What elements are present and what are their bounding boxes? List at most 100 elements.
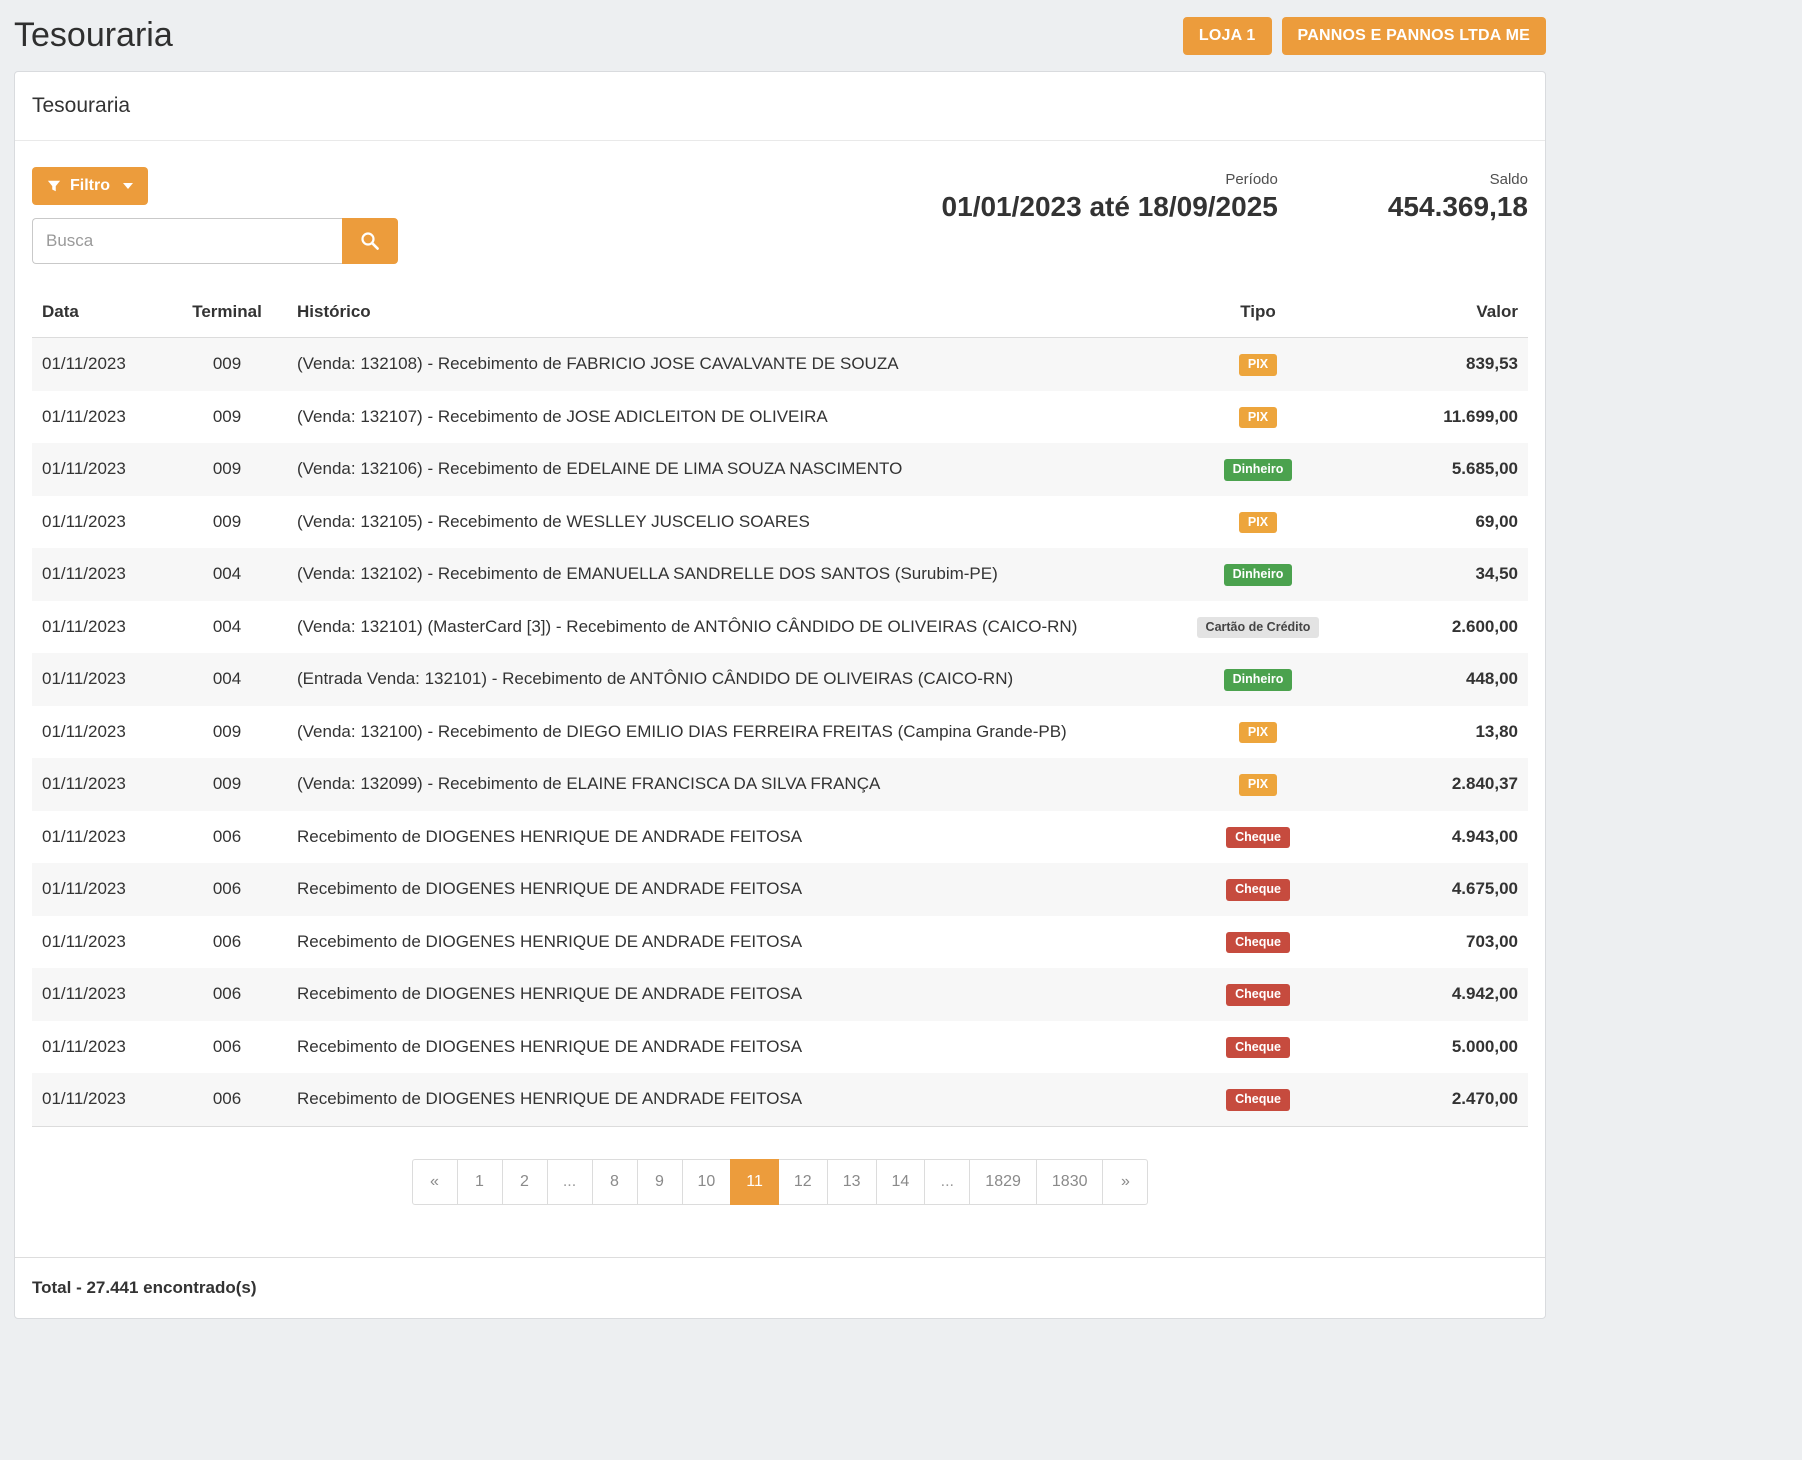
page-title: Tesouraria	[14, 16, 173, 55]
row-terminal: 004	[167, 653, 287, 706]
transactions-table: Data Terminal Histórico Tipo Valor 01/11…	[32, 290, 1528, 1127]
payment-type-badge: Cheque	[1226, 932, 1290, 954]
table-row: 01/11/2023 009 (Venda: 132107) - Recebim…	[32, 391, 1528, 444]
row-historico: Recebimento de DIOGENES HENRIQUE DE ANDR…	[287, 916, 1158, 969]
row-historico: Recebimento de DIOGENES HENRIQUE DE ANDR…	[287, 811, 1158, 864]
table-row: 01/11/2023 006 Recebimento de DIOGENES H…	[32, 968, 1528, 1021]
row-valor: 34,50	[1358, 548, 1528, 601]
column-header-data: Data	[32, 290, 167, 338]
pagination-page-9[interactable]: 9	[637, 1159, 683, 1205]
payment-type-badge: Dinheiro	[1224, 669, 1293, 691]
table-row: 01/11/2023 004 (Venda: 132102) - Recebim…	[32, 548, 1528, 601]
payment-type-badge: Cheque	[1226, 1089, 1290, 1111]
row-historico: (Venda: 132102) - Recebimento de EMANUEL…	[287, 548, 1158, 601]
table-row: 01/11/2023 004 (Venda: 132101) (MasterCa…	[32, 601, 1528, 654]
table-row: 01/11/2023 009 (Venda: 132100) - Recebim…	[32, 706, 1528, 759]
table-row: 01/11/2023 006 Recebimento de DIOGENES H…	[32, 863, 1528, 916]
row-terminal: 004	[167, 548, 287, 601]
row-terminal: 006	[167, 968, 287, 1021]
column-header-valor: Valor	[1358, 290, 1528, 338]
row-historico: Recebimento de DIOGENES HENRIQUE DE ANDR…	[287, 1073, 1158, 1126]
row-terminal: 009	[167, 758, 287, 811]
row-valor: 11.699,00	[1358, 391, 1528, 444]
treasury-card: Tesouraria Filtro	[14, 71, 1546, 1319]
toolbar: Filtro	[32, 167, 1528, 264]
row-valor: 2.600,00	[1358, 601, 1528, 654]
row-terminal: 009	[167, 443, 287, 496]
row-date: 01/11/2023	[32, 391, 167, 444]
balance-label: Saldo	[1388, 171, 1528, 188]
row-historico: Recebimento de DIOGENES HENRIQUE DE ANDR…	[287, 863, 1158, 916]
pagination-page-11[interactable]: 11	[730, 1159, 779, 1205]
top-header: Tesouraria LOJA 1 PANNOS E PANNOS LTDA M…	[14, 0, 1546, 67]
payment-type-badge: Cheque	[1226, 879, 1290, 901]
column-header-terminal: Terminal	[167, 290, 287, 338]
row-valor: 4.942,00	[1358, 968, 1528, 1021]
card-body: Filtro	[15, 141, 1545, 1257]
row-valor: 703,00	[1358, 916, 1528, 969]
pagination-page-8[interactable]: 8	[592, 1159, 638, 1205]
row-valor: 5.000,00	[1358, 1021, 1528, 1074]
pagination-prev[interactable]: «	[412, 1159, 458, 1205]
pagination-page-1[interactable]: 1	[457, 1159, 503, 1205]
pagination-page-10[interactable]: 10	[682, 1159, 732, 1205]
pagination-page-2[interactable]: 2	[502, 1159, 548, 1205]
row-date: 01/11/2023	[32, 1073, 167, 1126]
column-header-historico: Histórico	[287, 290, 1158, 338]
chevron-down-icon	[123, 183, 133, 189]
period-stat: Período 01/01/2023 até 18/09/2025	[942, 171, 1278, 223]
search-group	[32, 218, 398, 264]
row-historico: (Venda: 132099) - Recebimento de ELAINE …	[287, 758, 1158, 811]
row-date: 01/11/2023	[32, 968, 167, 1021]
row-date: 01/11/2023	[32, 548, 167, 601]
total-summary: Total - 27.441 encontrado(s)	[15, 1257, 1545, 1318]
row-terminal: 009	[167, 338, 287, 391]
search-input[interactable]	[32, 218, 342, 264]
row-date: 01/11/2023	[32, 601, 167, 654]
row-historico: (Entrada Venda: 132101) - Recebimento de…	[287, 653, 1158, 706]
payment-type-badge: PIX	[1239, 722, 1277, 744]
search-button[interactable]	[342, 218, 398, 264]
table-row: 01/11/2023 009 (Venda: 132108) - Recebim…	[32, 338, 1528, 391]
company-button[interactable]: PANNOS E PANNOS LTDA ME	[1282, 17, 1546, 55]
left-tools: Filtro	[32, 167, 398, 264]
row-valor: 2.470,00	[1358, 1073, 1528, 1126]
row-date: 01/11/2023	[32, 758, 167, 811]
row-terminal: 006	[167, 811, 287, 864]
row-date: 01/11/2023	[32, 1021, 167, 1074]
pagination-next[interactable]: »	[1102, 1159, 1148, 1205]
pagination-page-12[interactable]: 12	[778, 1159, 828, 1205]
row-valor: 448,00	[1358, 653, 1528, 706]
top-buttons: LOJA 1 PANNOS E PANNOS LTDA ME	[1183, 17, 1546, 55]
column-header-tipo: Tipo	[1158, 290, 1358, 338]
row-historico: Recebimento de DIOGENES HENRIQUE DE ANDR…	[287, 1021, 1158, 1074]
pagination-page-13[interactable]: 13	[827, 1159, 877, 1205]
store-button[interactable]: LOJA 1	[1183, 17, 1272, 55]
payment-type-badge: PIX	[1239, 354, 1277, 376]
row-terminal: 009	[167, 496, 287, 549]
table-row: 01/11/2023 009 (Venda: 132106) - Recebim…	[32, 443, 1528, 496]
row-historico: (Venda: 132101) (MasterCard [3]) - Receb…	[287, 601, 1158, 654]
row-valor: 69,00	[1358, 496, 1528, 549]
table-row: 01/11/2023 009 (Venda: 132099) - Recebim…	[32, 758, 1528, 811]
pagination-ellipsis-2: ...	[924, 1159, 970, 1205]
table-row: 01/11/2023 006 Recebimento de DIOGENES H…	[32, 1021, 1528, 1074]
filter-button[interactable]: Filtro	[32, 167, 148, 205]
pagination: «12...891011121314...18291830»	[32, 1159, 1528, 1257]
period-label: Período	[942, 171, 1278, 188]
period-value: 01/01/2023 até 18/09/2025	[942, 191, 1278, 223]
table-row: 01/11/2023 006 Recebimento de DIOGENES H…	[32, 916, 1528, 969]
row-valor: 5.685,00	[1358, 443, 1528, 496]
card-title: Tesouraria	[15, 72, 1545, 141]
payment-type-badge: Cheque	[1226, 827, 1290, 849]
row-date: 01/11/2023	[32, 338, 167, 391]
pagination-page-14[interactable]: 14	[876, 1159, 926, 1205]
pagination-page-1829[interactable]: 1829	[969, 1159, 1037, 1205]
row-historico: (Venda: 132107) - Recebimento de JOSE AD…	[287, 391, 1158, 444]
balance-value: 454.369,18	[1388, 191, 1528, 223]
row-date: 01/11/2023	[32, 706, 167, 759]
row-date: 01/11/2023	[32, 653, 167, 706]
pagination-page-1830[interactable]: 1830	[1036, 1159, 1104, 1205]
row-date: 01/11/2023	[32, 863, 167, 916]
table-header-row: Data Terminal Histórico Tipo Valor	[32, 290, 1528, 338]
